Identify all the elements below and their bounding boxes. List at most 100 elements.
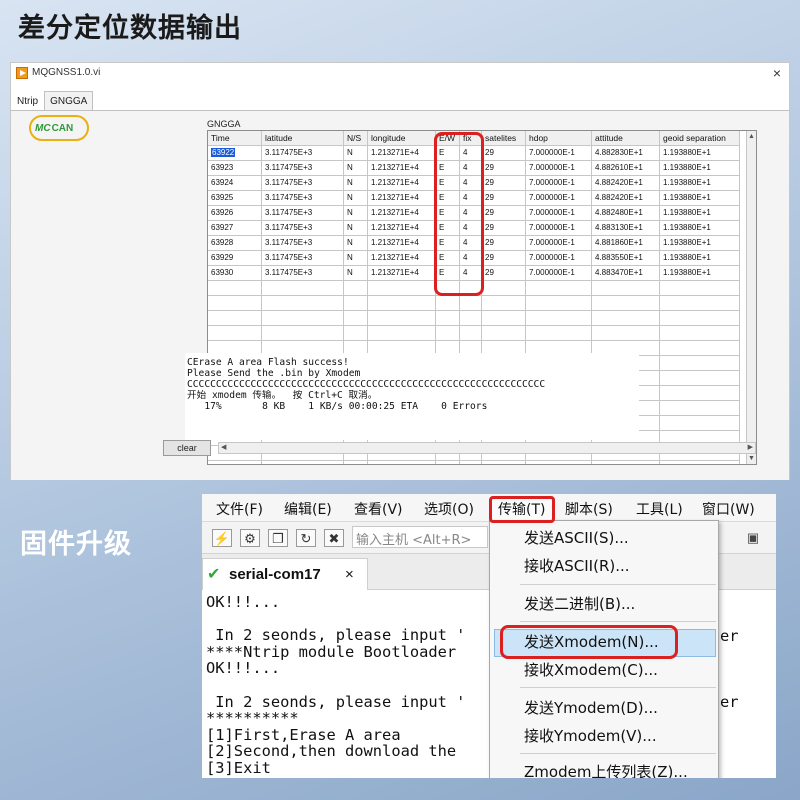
table-cell[interactable]: [660, 371, 740, 386]
table-cell[interactable]: N: [344, 191, 368, 206]
table-cell[interactable]: [262, 296, 344, 311]
menu-script[interactable]: 脚本(S): [565, 499, 613, 519]
menu-edit[interactable]: 编辑(E): [284, 499, 332, 519]
table-cell[interactable]: 29: [482, 176, 526, 191]
table-cell[interactable]: [460, 296, 482, 311]
table-cell[interactable]: [460, 311, 482, 326]
table-cell[interactable]: 29: [482, 161, 526, 176]
table-cell[interactable]: 3.117475E+3: [262, 206, 344, 221]
table-cell[interactable]: [660, 386, 740, 401]
table-cell[interactable]: 4.883550E+1: [592, 251, 660, 266]
table-cell[interactable]: 29: [482, 221, 526, 236]
table-cell[interactable]: [344, 461, 368, 464]
table-cell[interactable]: N: [344, 251, 368, 266]
table-cell[interactable]: [262, 311, 344, 326]
scroll-left-icon[interactable]: ◀: [221, 443, 226, 451]
tab-ntrip[interactable]: Ntrip: [11, 91, 44, 111]
table-cell[interactable]: 63924: [208, 176, 262, 191]
menu-view[interactable]: 查看(V): [354, 499, 403, 519]
table-cell[interactable]: E: [436, 176, 460, 191]
table-cell[interactable]: 7.000000E-1: [526, 251, 592, 266]
table-cell[interactable]: [526, 311, 592, 326]
table-cell[interactable]: [526, 296, 592, 311]
table-cell[interactable]: 1.193880E+1: [660, 176, 740, 191]
close-tab-icon[interactable]: ×: [345, 566, 354, 583]
table-cell[interactable]: E: [436, 161, 460, 176]
table-cell[interactable]: [592, 296, 660, 311]
table-cell[interactable]: 63925: [208, 191, 262, 206]
table-cell[interactable]: [660, 461, 740, 464]
tab-gngga[interactable]: GNGGA: [44, 91, 94, 111]
table-cell[interactable]: [482, 326, 526, 341]
reconnect-icon[interactable]: ↻: [296, 529, 316, 547]
table-cell[interactable]: [344, 311, 368, 326]
column-header[interactable]: Time: [208, 131, 262, 146]
table-cell[interactable]: [208, 281, 262, 296]
table-cell[interactable]: 1.213271E+4: [368, 251, 436, 266]
table-cell[interactable]: [436, 311, 460, 326]
column-header[interactable]: fix: [460, 131, 482, 146]
table-cell[interactable]: 7.000000E-1: [526, 221, 592, 236]
table-cell[interactable]: 1.213271E+4: [368, 221, 436, 236]
table-cell[interactable]: [592, 461, 660, 464]
table-cell[interactable]: [660, 326, 740, 341]
table-cell[interactable]: [660, 416, 740, 431]
table-cell[interactable]: 1.213271E+4: [368, 206, 436, 221]
host-input[interactable]: 输入主机 <Alt+R>: [352, 526, 488, 548]
table-cell[interactable]: [526, 326, 592, 341]
table-cell[interactable]: 4: [460, 176, 482, 191]
table-cell[interactable]: 4: [460, 191, 482, 206]
menu-receive-ascii[interactable]: 接收ASCII(R)...: [524, 555, 630, 576]
table-cell[interactable]: 7.000000E-1: [526, 206, 592, 221]
table-cell[interactable]: 3.117475E+3: [262, 146, 344, 161]
table-cell[interactable]: 7.000000E-1: [526, 146, 592, 161]
table-cell[interactable]: E: [436, 251, 460, 266]
table-cell[interactable]: 63923: [208, 161, 262, 176]
column-header[interactable]: N/S: [344, 131, 368, 146]
table-cell[interactable]: [368, 296, 436, 311]
table-cell[interactable]: N: [344, 146, 368, 161]
table-cell[interactable]: 7.000000E-1: [526, 161, 592, 176]
table-cell[interactable]: [482, 296, 526, 311]
table-cell[interactable]: [368, 311, 436, 326]
column-header[interactable]: E/W: [436, 131, 460, 146]
table-cell[interactable]: 1.193880E+1: [660, 206, 740, 221]
table-cell[interactable]: [660, 296, 740, 311]
scroll-right-icon[interactable]: ▶: [748, 443, 753, 451]
table-row[interactable]: 63927 3.117475E+3 N 1.213271E+4 E 4 29 7.000000…: [208, 221, 748, 236]
table-cell[interactable]: E: [436, 221, 460, 236]
table-row[interactable]: 63922 3.117475E+3 N 1.213271E+4 E 4 29 7.000000…: [208, 146, 748, 161]
menu-transfer[interactable]: 传输(T): [498, 499, 545, 519]
table-cell[interactable]: [592, 311, 660, 326]
table-cell[interactable]: [660, 311, 740, 326]
column-header[interactable]: longitude: [368, 131, 436, 146]
table-cell[interactable]: 4.882480E+1: [592, 206, 660, 221]
table-cell[interactable]: [368, 326, 436, 341]
table-row[interactable]: 63929 3.117475E+3 N 1.213271E+4 E 4 29 7.000000…: [208, 251, 748, 266]
table-cell[interactable]: 3.117475E+3: [262, 191, 344, 206]
scroll-down-icon[interactable]: ▼: [748, 455, 755, 462]
table-row[interactable]: [208, 311, 748, 326]
menu-zmodem-upload-list[interactable]: Zmodem上传列表(Z)...: [524, 761, 688, 778]
table-cell[interactable]: [660, 356, 740, 371]
column-header[interactable]: satelites: [482, 131, 526, 146]
menu-receive-ymodem[interactable]: 接收Ymodem(V)...: [524, 725, 657, 746]
table-cell[interactable]: N: [344, 266, 368, 281]
table-cell[interactable]: 1.193880E+1: [660, 236, 740, 251]
table-cell[interactable]: N: [344, 236, 368, 251]
table-cell[interactable]: 1.193880E+1: [660, 146, 740, 161]
table-cell[interactable]: [482, 461, 526, 464]
table-row[interactable]: 63924 3.117475E+3 N 1.213271E+4 E 4 29 7.000000…: [208, 176, 748, 191]
column-header[interactable]: attitude: [592, 131, 660, 146]
table-cell[interactable]: 1.213271E+4: [368, 146, 436, 161]
close-icon[interactable]: ×: [773, 65, 781, 81]
menu-send-ymodem[interactable]: 发送Ymodem(D)...: [524, 697, 658, 718]
table-cell[interactable]: E: [436, 191, 460, 206]
table-cell[interactable]: 1.213271E+4: [368, 266, 436, 281]
table-cell[interactable]: 4.881860E+1: [592, 236, 660, 251]
table-cell[interactable]: 63922: [208, 146, 262, 161]
scroll-up-icon[interactable]: ▲: [748, 133, 755, 140]
table-cell[interactable]: [482, 281, 526, 296]
table-cell[interactable]: [660, 281, 740, 296]
table-cell[interactable]: 3.117475E+3: [262, 251, 344, 266]
